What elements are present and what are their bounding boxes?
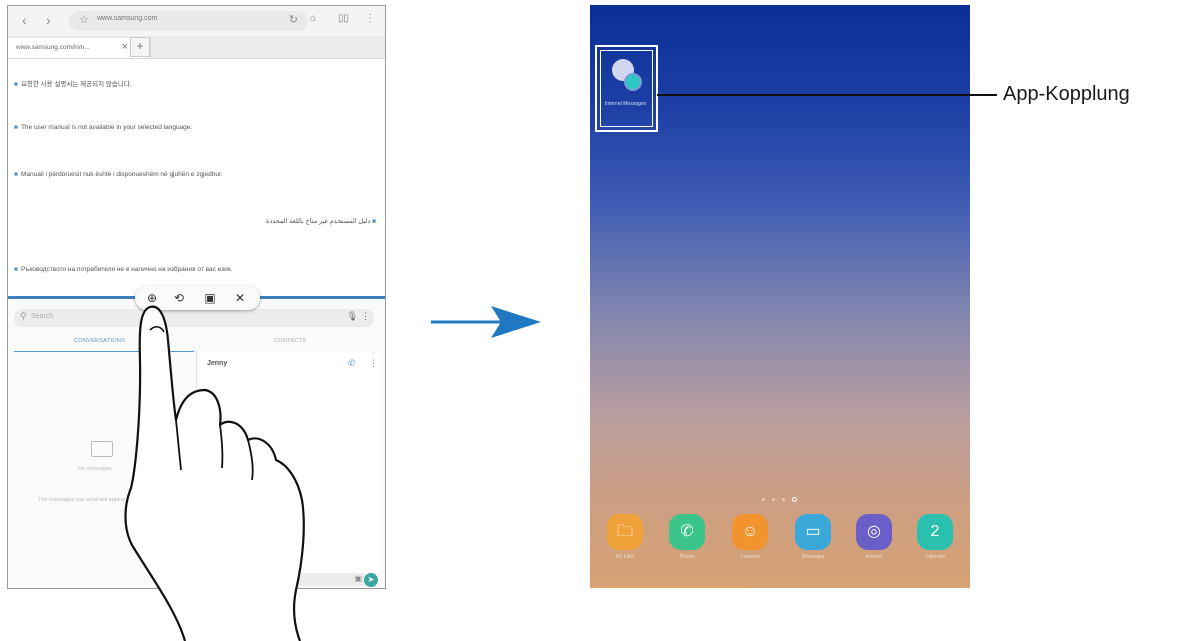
internet-icon: ◎ [867,523,881,540]
phone-icon[interactable]: ✆ [348,358,356,369]
dock-app-label: Calendar [924,554,946,560]
dock-app-label: Messages [801,554,825,560]
close-icon[interactable]: ✕ [232,290,248,306]
phone-icon: ✆ [680,523,694,540]
empty-title: No messages [78,466,112,472]
star-icon[interactable]: ☆ [79,13,89,26]
dock-app-internet[interactable]: ◎ [856,514,892,550]
more-vertical-icon[interactable]: ⋮ [361,311,370,322]
contact-list: Jenny ✆ ⋮ [196,351,380,581]
new-tab-button[interactable]: + [130,37,150,57]
dock-app-label: Internet [865,554,883,560]
browser-tab[interactable]: www.samsung.com/in/n... × + [8,37,151,58]
dock-app-label: Contacts [740,554,760,560]
search-input[interactable]: ⚲ Search 🎙 ⋮ [14,309,374,327]
arrow-right-icon [431,306,541,338]
tab-title: www.samsung.com/in/n... [16,44,90,51]
web-page-content: ■ 요청한 사용 설명서는 제공되지 않습니다. ■ The user manual… [8,58,385,296]
web-line: ■ 요청한 사용 설명서는 제공되지 않습니다. [14,81,132,88]
app-pair-label: Internet Messages [604,101,647,107]
url-text: www.samsung.com [97,15,158,22]
dock-app-label: My Files [615,554,635,560]
messages-icon [624,73,642,91]
browser-toolbar: ‹ › ☆ www.samsung.com ↻ ⌂ ▯▯ ⋮ [8,6,385,36]
chat-bubble-icon [91,441,113,457]
empty-subtitle: The messages you send will appear here. [38,497,140,503]
web-line: ■ Manuali i përdoruesit nuk është i dispo… [14,171,223,178]
tab-contacts[interactable]: CONTACTS [274,338,306,344]
page-dot [772,498,775,501]
page-dot-active [792,497,797,502]
dock-app-my-files[interactable]: 🗀 [607,514,643,550]
messages-tabs: CONVERSATIONS CONTACTS [14,333,374,352]
folder-icon: 🗀 [616,523,633,540]
contact-name[interactable]: Jenny [207,360,227,367]
more-vertical-icon[interactable]: ⋮ [365,13,375,24]
sticker-icon[interactable]: ▣ [354,574,362,583]
messages-icon: ▭ [805,523,821,540]
search-icon: ⚲ [20,311,27,321]
dock-app-label: Phone [679,554,695,560]
dock-app-calendar[interactable]: 2 [917,514,953,550]
send-button[interactable]: ➤ [364,573,378,587]
callout-label: App-Kopplung [1003,83,1130,105]
messages-app: ⚲ Search 🎙 ⋮ CONVERSATIONS CONTACTS No m… [8,299,385,588]
web-line: ■ The user manual is not available in you… [14,124,193,131]
home-icon[interactable]: ⌂ [310,13,316,24]
page-indicator [760,496,800,504]
calendar-icon: 2 [930,523,940,540]
dock-app-phone[interactable]: ✆ [669,514,705,550]
web-line: دليل المستخدم غير متاح باللغة المحددة ■ [265,218,376,225]
window-icon[interactable]: ▣ [202,290,218,306]
search-placeholder: Search [31,313,54,320]
contacts-icon: ☺ [741,523,759,540]
back-icon[interactable]: ‹ [22,12,27,28]
reload-icon[interactable]: ↻ [289,13,298,26]
active-tab-indicator [14,351,194,352]
tab-conversations[interactable]: CONVERSATIONS [74,338,125,344]
address-bar[interactable]: ☆ www.samsung.com ↻ [69,11,308,31]
web-line: ■ Ръководството на потребителя не е налич… [14,266,233,273]
dock-app-messages[interactable]: ▭ [795,514,831,550]
dock-app-contacts[interactable]: ☺ [732,514,768,550]
more-vertical-icon[interactable]: ⋮ [369,358,378,369]
split-screen-controls: ⊕ ⟲ ▣ ✕ [135,286,260,310]
page-dot [782,498,785,501]
forward-icon[interactable]: › [46,12,51,28]
bookmark-icon[interactable]: ▯▯ [338,13,349,24]
close-tab-icon[interactable]: × [122,41,128,53]
page-dot [762,498,765,501]
browser-tab-strip: www.samsung.com/in/n... × + [8,36,385,59]
swap-icon[interactable]: ⟲ [171,290,187,306]
add-app-pair-icon[interactable]: ⊕ [144,290,160,306]
callout-line [657,94,997,96]
compose-field[interactable]: ▣ [278,573,368,586]
mic-icon[interactable]: 🎙 [347,311,358,322]
